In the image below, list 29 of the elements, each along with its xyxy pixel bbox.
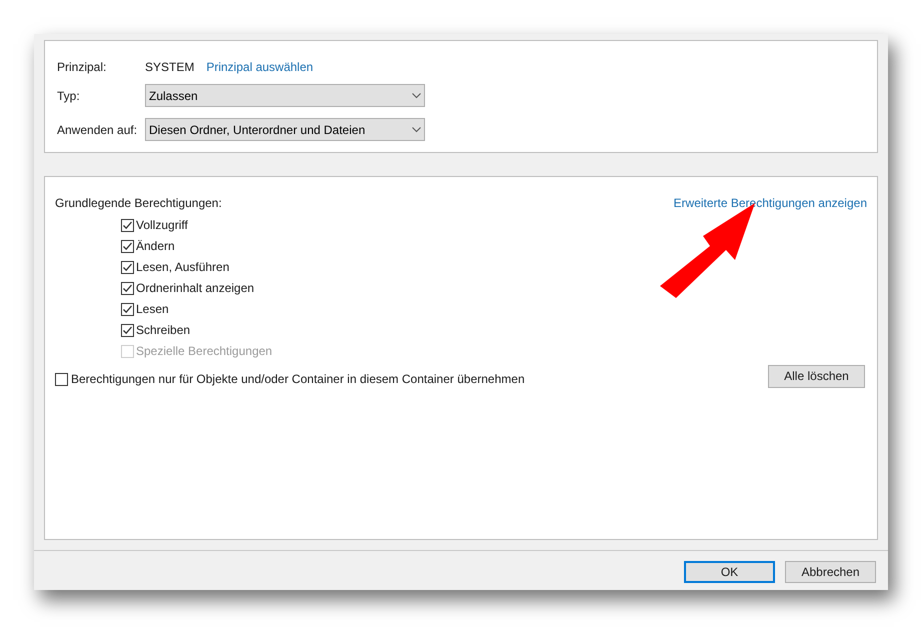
dropdown[interactable]: Diesen Ordner, Unterordner und Dateien <box>145 118 425 141</box>
checkbox[interactable] <box>121 282 134 294</box>
checkbox-label: Schreiben <box>136 322 190 339</box>
checkbox-label: Spezielle Berechtigungen <box>136 343 272 360</box>
checkbox[interactable] <box>55 372 68 386</box>
section-title: Grundlegende Berechtigungen: <box>55 195 222 212</box>
advanced-permissions-link[interactable]: Erweiterte Berechtigungen anzeigen <box>674 194 867 212</box>
chevron-icon <box>412 92 421 98</box>
checkbox-label: Ordnerinhalt anzeigen <box>136 280 254 297</box>
checkbox-label: Lesen, Ausführen <box>136 259 230 276</box>
checkbox[interactable] <box>121 260 134 274</box>
clear-all-button[interactable]: Alle löschen <box>768 364 865 388</box>
dialog-button[interactable]: Abbrechen <box>785 561 876 583</box>
dialog-button[interactable]: OK <box>684 561 775 583</box>
checkbox[interactable] <box>121 218 134 232</box>
select-principal-link[interactable]: Prinzipal auswählen <box>206 58 314 76</box>
principal-name: SYSTEM <box>145 59 194 76</box>
checkbox-label: Ändern <box>136 238 175 255</box>
checkbox-label: Vollzugriff <box>136 217 188 234</box>
checkbox-label: Lesen <box>136 301 169 318</box>
checkbox-label: Berechtigungen nur für Objekte und/oder Container in diesem Container übernehmen <box>71 371 525 388</box>
checkbox[interactable] <box>121 302 134 316</box>
field-label: Anwenden auf: <box>57 122 138 138</box>
chevron-icon <box>412 126 421 132</box>
checkbox[interactable] <box>121 324 134 336</box>
checkbox[interactable] <box>121 240 134 252</box>
dropdown[interactable]: Zulassen <box>145 84 425 107</box>
field-label: Prinzipal: <box>57 59 108 76</box>
field-label: Typ: <box>57 88 81 104</box>
